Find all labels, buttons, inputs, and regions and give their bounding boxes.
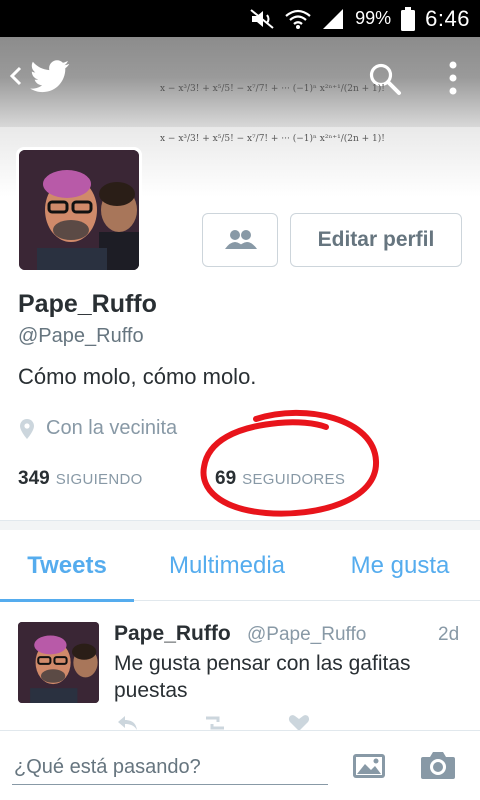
battery-icon [401, 6, 416, 31]
mute-icon [250, 8, 274, 29]
banner-formula: x − x³/3! + x⁵/5! − x⁷/7! + ··· (−1)ⁿ x²… [160, 84, 385, 94]
photo-icon[interactable] [352, 751, 386, 781]
status-bar: 99% 6:46 [0, 0, 480, 37]
twitter-bird-icon[interactable] [30, 60, 70, 94]
follow-people-button[interactable] [202, 213, 278, 267]
banner-formula-repeat: x − x³/3! + x⁵/5! − x⁷/7! + ··· (−1)ⁿ x²… [160, 134, 385, 144]
reply-icon[interactable] [116, 714, 138, 730]
profile-location: Con la vecinita [20, 417, 177, 440]
clock: 6:46 [425, 5, 470, 31]
profile-name: Pape_Ruffo [18, 290, 157, 318]
tab-multimedia[interactable]: Multimedia [134, 531, 320, 601]
edit-profile-button[interactable]: Editar perfil [290, 213, 462, 267]
profile-handle: @Pape_Ruffo [18, 325, 144, 347]
red-annotation-circle [200, 409, 380, 517]
following-count: 349 [18, 468, 50, 489]
profile-avatar[interactable] [16, 147, 142, 273]
following-stat[interactable]: 349 SIGUIENDO [18, 468, 143, 490]
compose-bar [0, 730, 480, 800]
tweet-author-handle: @Pape_Ruffo [247, 624, 367, 645]
section-divider [0, 520, 480, 530]
compose-input[interactable] [12, 751, 328, 785]
profile-header-banner [0, 37, 480, 127]
like-icon[interactable] [288, 714, 310, 730]
follow-people-icon [225, 230, 257, 249]
profile-bio: Cómo molo, cómo molo. [18, 364, 257, 389]
tab-me-gusta[interactable]: Me gusta [320, 531, 480, 601]
wifi-icon [285, 9, 311, 29]
tweet-item[interactable]: Pape_Ruffo @Pape_Ruffo 2d Me gusta pensa… [0, 602, 480, 730]
retweet-icon[interactable] [202, 714, 228, 730]
avatar-photo [19, 150, 139, 270]
following-label: SIGUIENDO [55, 471, 143, 488]
profile-tabs: Tweets Multimedia Me gusta [0, 531, 480, 602]
battery-percent: 99% [355, 8, 392, 28]
overflow-menu-icon[interactable] [445, 60, 461, 96]
tweet-timestamp: 2d [438, 624, 460, 645]
tweet-text: Me gusta pensar con las gafitas puestas [114, 652, 411, 702]
camera-icon[interactable] [420, 749, 456, 781]
signal-icon [323, 8, 344, 29]
tweet-avatar[interactable] [18, 622, 99, 703]
location-text: Con la vecinita [46, 417, 178, 439]
tab-tweets[interactable]: Tweets [0, 531, 134, 602]
back-chevron-icon[interactable] [8, 63, 24, 89]
location-pin-icon [20, 418, 34, 439]
tweet-author-name: Pape_Ruffo [114, 622, 231, 645]
tweet-actions [114, 714, 414, 730]
